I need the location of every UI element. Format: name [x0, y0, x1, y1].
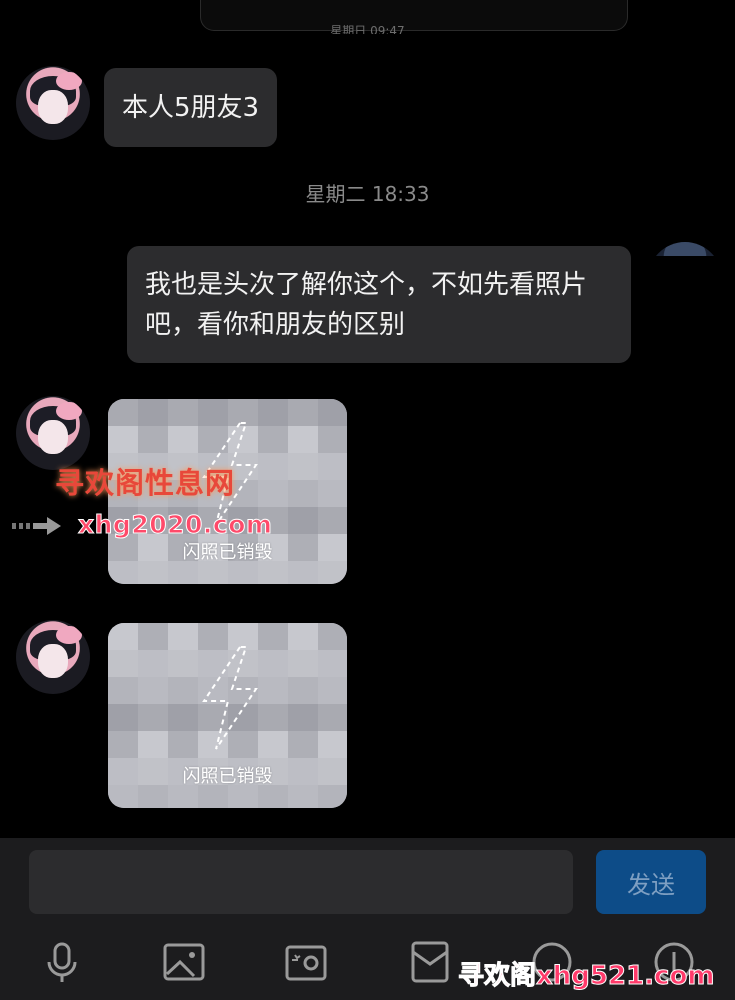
mosaic-tile: [288, 623, 322, 653]
mosaic-tile: [318, 507, 347, 537]
mosaic-tile: [228, 785, 262, 808]
mosaic-tile: [318, 426, 347, 456]
mosaic-tile: [138, 399, 172, 429]
mosaic-tile: [138, 623, 172, 653]
mosaic-tile: [108, 785, 142, 808]
chat-area: 星期日 09:47 本人5朋友3 星期二 18:33 我也是头次了解你这个，不如…: [0, 0, 735, 838]
flash-photo[interactable]: 闪照已销毁: [108, 623, 347, 808]
mosaic-tile: [108, 731, 142, 761]
mosaic-tile: [258, 561, 292, 584]
mosaic-tile: [138, 704, 172, 734]
mosaic-tile: [138, 426, 172, 456]
mosaic-tile: [318, 731, 347, 761]
red-packet-icon[interactable]: [408, 940, 452, 984]
camera-icon[interactable]: [284, 940, 328, 984]
mosaic-tile: [108, 677, 142, 707]
previous-timestamp: 星期日 09:47: [330, 24, 405, 34]
message-bubble-incoming[interactable]: 本人5朋友3: [104, 68, 278, 147]
mosaic-tile: [318, 677, 347, 707]
mosaic-tile: [198, 785, 232, 808]
mosaic-tile: [318, 785, 347, 808]
mosaic-tile: [168, 785, 202, 808]
mosaic-tile: [288, 507, 322, 537]
mosaic-tile: [288, 704, 322, 734]
flash-destroyed-label: 闪照已销毁: [182, 542, 273, 563]
mosaic-tile: [288, 785, 322, 808]
mosaic-tile: [108, 704, 142, 734]
watermark-bottom: 寻欢阁xhg521.com: [457, 961, 715, 992]
message-input[interactable]: [29, 850, 573, 914]
watermark-site-name: 寻欢阁性息网: [55, 466, 236, 500]
mosaic-tile: [108, 561, 142, 584]
mosaic-tile: [168, 561, 202, 584]
mosaic-tile: [228, 561, 262, 584]
mosaic-tile: [108, 426, 142, 456]
mosaic-tile: [138, 561, 172, 584]
mosaic-tile: [258, 785, 292, 808]
mosaic-tile: [318, 453, 347, 483]
mosaic-tile: [318, 623, 347, 653]
mosaic-tile: [288, 731, 322, 761]
mosaic-tile: [288, 677, 322, 707]
contact-avatar[interactable]: [16, 66, 90, 140]
mosaic-tile: [138, 650, 172, 680]
message-bubble-outgoing[interactable]: 我也是头次了解你这个，不如先看照片吧，看你和朋友的区别: [127, 246, 631, 363]
contact-avatar[interactable]: [16, 396, 90, 470]
mosaic-tile: [138, 785, 172, 808]
send-button[interactable]: 发送: [596, 850, 706, 914]
contact-avatar[interactable]: [16, 620, 90, 694]
microphone-icon[interactable]: [40, 940, 84, 984]
flash-destroyed-label: 闪照已销毁: [182, 766, 273, 787]
watermark-site-url: xhg2020.com: [77, 510, 273, 540]
mosaic-tile: [288, 650, 322, 680]
mosaic-tile: [108, 399, 142, 429]
my-avatar[interactable]: [648, 242, 722, 256]
mosaic-tile: [138, 731, 172, 761]
mosaic-tile: [288, 399, 322, 429]
mosaic-tile: [138, 677, 172, 707]
mosaic-tile: [318, 561, 347, 584]
mosaic-tile: [318, 650, 347, 680]
mosaic-tile: [198, 561, 232, 584]
image-icon[interactable]: [162, 940, 206, 984]
mosaic-tile: [288, 561, 322, 584]
timestamp: 星期二 18:33: [305, 182, 430, 206]
mosaic-tile: [108, 650, 142, 680]
mosaic-tile: [318, 704, 347, 734]
watermark-arrow-icon: [12, 517, 61, 535]
mosaic-tile: [318, 399, 347, 429]
flash-bolt-icon: [202, 646, 258, 750]
mosaic-tile: [288, 453, 322, 483]
mosaic-tile: [288, 426, 322, 456]
mosaic-tile: [108, 623, 142, 653]
mosaic-tile: [318, 480, 347, 510]
mosaic-tile: [288, 480, 322, 510]
